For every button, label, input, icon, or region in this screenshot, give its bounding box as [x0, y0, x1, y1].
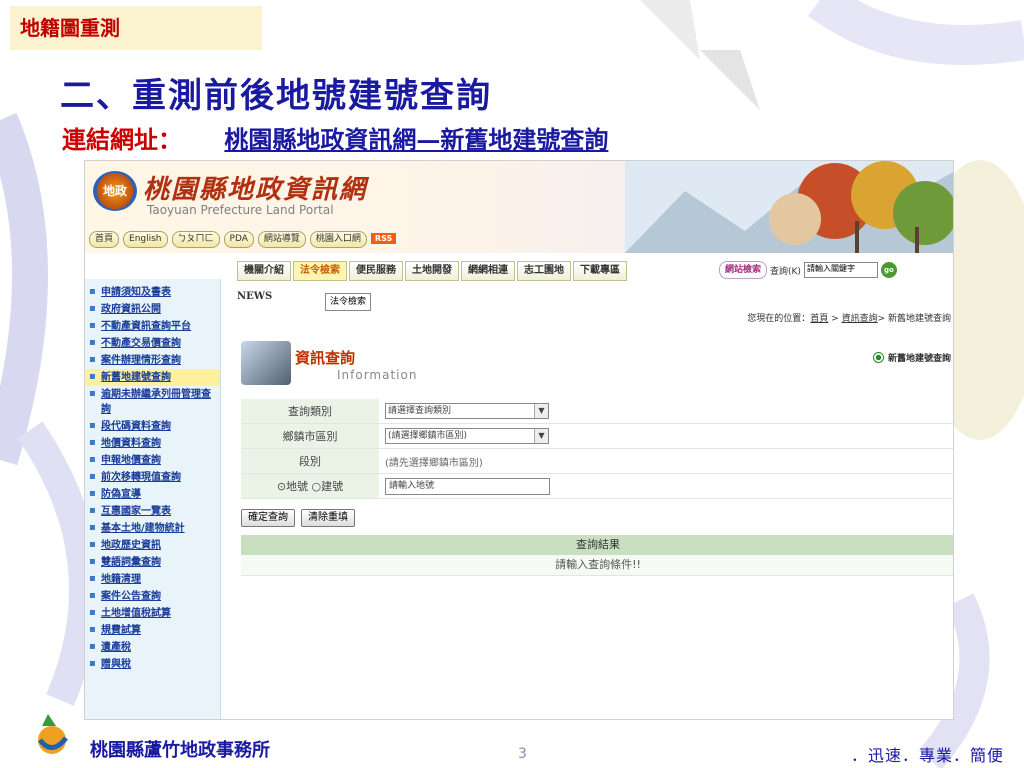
- sidebar-item[interactable]: 贈與稅: [85, 656, 220, 673]
- site-search-input[interactable]: 請輸入關鍵字: [803, 262, 878, 278]
- sidebar-item[interactable]: 政府資訊公開: [85, 301, 220, 318]
- section-hint: (請先選擇鄉鎮市區別): [385, 457, 483, 469]
- section-tag: 地籍圖重測: [10, 6, 262, 50]
- quick-sitemap[interactable]: 網站導覽: [257, 231, 306, 248]
- sidebar-item[interactable]: 前次移轉現值查詢: [85, 469, 220, 486]
- submit-query-button[interactable]: 確定查詢: [241, 509, 295, 527]
- town-select[interactable]: (請選擇鄉鎮市區別) ▼: [385, 428, 549, 444]
- quick-english[interactable]: English: [123, 231, 168, 248]
- link-row: 連結網址： 桃園縣地政資訊網—新舊地建號查詢: [62, 120, 608, 155]
- query-type-value: 請選擇查詢類別: [388, 406, 452, 416]
- radio-land-icon[interactable]: ⊙: [277, 480, 286, 493]
- quick-portal[interactable]: 桃園入口網: [309, 231, 367, 248]
- form-buttons: 確定查詢 清除重填: [241, 509, 355, 527]
- current-query-indicator: 新舊地建號查詢: [872, 351, 951, 364]
- nav-agency[interactable]: 機關介紹: [237, 261, 291, 281]
- sidebar-item[interactable]: 段代碼資料查詢: [85, 418, 220, 435]
- breadcrumb-separator: >: [828, 314, 842, 324]
- nav-volunteer[interactable]: 志工園地: [517, 261, 571, 281]
- info-subtitle: Information: [337, 368, 418, 382]
- link-label: 連結網址：: [62, 125, 182, 154]
- sidebar-item[interactable]: 遺產稅: [85, 639, 220, 656]
- footer-slogan: ．迅速．專業．簡便: [850, 746, 1004, 765]
- town-value: (請選擇鄉鎮市區別): [388, 431, 468, 441]
- law-search-button[interactable]: 法令檢索: [325, 293, 372, 311]
- portal-banner: 地政 桃園縣地政資訊網 Taoyuan Prefecture Land Port…: [85, 161, 953, 253]
- page-number: 3: [518, 746, 527, 762]
- sidebar-item-active[interactable]: 新舊地建號查詢: [85, 369, 220, 386]
- sidebar-item[interactable]: 地政歷史資訊: [85, 537, 220, 554]
- nav-development[interactable]: 土地開發: [405, 261, 459, 281]
- portal-name-cn: 桃園縣地政資訊網: [143, 175, 368, 205]
- query-form: 查詢類別 請選擇查詢類別 ▼ 鄉鎮市區別 (請選擇鄉鎮市區別) ▼ 段別 (請先選擇…: [241, 399, 953, 499]
- breadcrumb-prefix: 您現在的位置：: [747, 314, 811, 324]
- number-input[interactable]: 請輸入地號: [385, 477, 550, 495]
- portal-screenshot: 地政 桃園縣地政資訊網 Taoyuan Prefecture Land Port…: [84, 160, 954, 720]
- sidebar-item[interactable]: 雙語詞彙查詢: [85, 554, 220, 571]
- portal-logo[interactable]: 地政: [93, 171, 137, 211]
- office-logo-icon: [38, 714, 68, 754]
- breadcrumb-home[interactable]: 首頁: [810, 314, 828, 324]
- news-label: NEWS: [237, 291, 273, 302]
- portal-name-en: Taoyuan Prefecture Land Portal: [147, 203, 334, 217]
- sidebar-item[interactable]: 防偽宣導: [85, 486, 220, 503]
- quick-phonetic[interactable]: ㄅㄆㄇㄈ: [171, 231, 220, 248]
- sidebar-item[interactable]: 申請須知及書表: [85, 284, 220, 301]
- sidebar-item[interactable]: 不動產資訊查詢平台: [85, 318, 220, 335]
- sidebar: 申請須知及書表 政府資訊公開 不動產資訊查詢平台 不動產交易價查詢 案件辦理情形…: [85, 279, 221, 719]
- rss-icon[interactable]: RSS: [370, 233, 397, 244]
- sidebar-item[interactable]: 基本土地/建物統計: [85, 520, 220, 537]
- sidebar-item[interactable]: 案件公告查詢: [85, 588, 220, 605]
- quick-home[interactable]: 首頁: [89, 231, 120, 248]
- sidebar-item[interactable]: 土地增值稅試算: [85, 605, 220, 622]
- nav-download[interactable]: 下載專區: [573, 261, 627, 281]
- site-search: 網站檢索 查詢(K) 請輸入關鍵字 go: [719, 261, 897, 279]
- sidebar-item[interactable]: 規費試算: [85, 622, 220, 639]
- site-search-text: 查詢(K): [770, 266, 801, 277]
- radio-building-label[interactable]: 建號: [321, 480, 343, 493]
- sidebar-item[interactable]: 互惠國家一覽表: [85, 503, 220, 520]
- sidebar-item[interactable]: 地籍清理: [85, 571, 220, 588]
- sidebar-item[interactable]: 地價資料查詢: [85, 435, 220, 452]
- bullet-icon: [872, 352, 884, 363]
- current-query-label: 新舊地建號查詢: [887, 354, 951, 364]
- nav-law[interactable]: 法令檢索: [293, 261, 347, 281]
- nav-service[interactable]: 便民服務: [349, 261, 403, 281]
- banner-trees-image: [625, 161, 953, 253]
- result-message: 請輸入查詢條件!!: [241, 555, 953, 576]
- site-search-label: 網站檢索: [719, 261, 768, 279]
- slide-title: 二、重測前後地號建號查詢: [60, 76, 492, 116]
- radio-land-label[interactable]: 地號: [286, 480, 308, 493]
- sidebar-item[interactable]: 申報地價查詢: [85, 452, 220, 469]
- section-label: 段別: [241, 448, 379, 474]
- search-go-button[interactable]: go: [880, 262, 897, 278]
- main-nav: 機關介紹 法令檢索 便民服務 土地開發 網網相連 志工園地 下載專區: [237, 261, 627, 281]
- nav-links[interactable]: 網網相連: [461, 261, 515, 281]
- breadcrumb-current: 新舊地建號查詢: [887, 314, 951, 324]
- breadcrumb-separator: >: [877, 314, 888, 324]
- chevron-down-icon[interactable]: ▼: [534, 429, 548, 443]
- quick-pda[interactable]: PDA: [223, 231, 254, 248]
- radio-building-icon[interactable]: ○: [312, 480, 322, 493]
- result-header: 查詢結果: [241, 535, 953, 555]
- sidebar-item[interactable]: 不動產交易價查詢: [85, 335, 220, 352]
- query-type-select[interactable]: 請選擇查詢類別 ▼: [385, 403, 549, 419]
- number-type-radios: ⊙地號 ○建號: [241, 473, 379, 499]
- query-type-label: 查詢類別: [241, 399, 379, 424]
- breadcrumb-section[interactable]: 資訊查詢: [842, 314, 878, 324]
- quick-links: 首頁 English ㄅㄆㄇㄈ PDA 網站導覽 桃園入口網 RSS: [89, 231, 397, 248]
- portal-link[interactable]: 桃園縣地政資訊網—新舊地建號查詢: [224, 125, 608, 154]
- info-title: 資訊查詢: [295, 349, 356, 367]
- breadcrumb: 您現在的位置：首頁 > 資訊查詢> 新舊地建號查詢: [747, 311, 951, 324]
- main-content: NEWS 法令檢索 您現在的位置：首頁 > 資訊查詢> 新舊地建號查詢 資訊查詢…: [233, 279, 953, 719]
- keyboard-photo: [241, 341, 291, 385]
- sidebar-item[interactable]: 逾期未辦繼承列冊管理查詢: [85, 386, 220, 418]
- town-label: 鄉鎮市區別: [241, 423, 379, 449]
- sidebar-item[interactable]: 案件辦理情形查詢: [85, 352, 220, 369]
- reset-button[interactable]: 清除重填: [301, 509, 355, 527]
- chevron-down-icon[interactable]: ▼: [534, 404, 548, 418]
- footer-office: 桃園縣蘆竹地政事務所: [90, 740, 270, 761]
